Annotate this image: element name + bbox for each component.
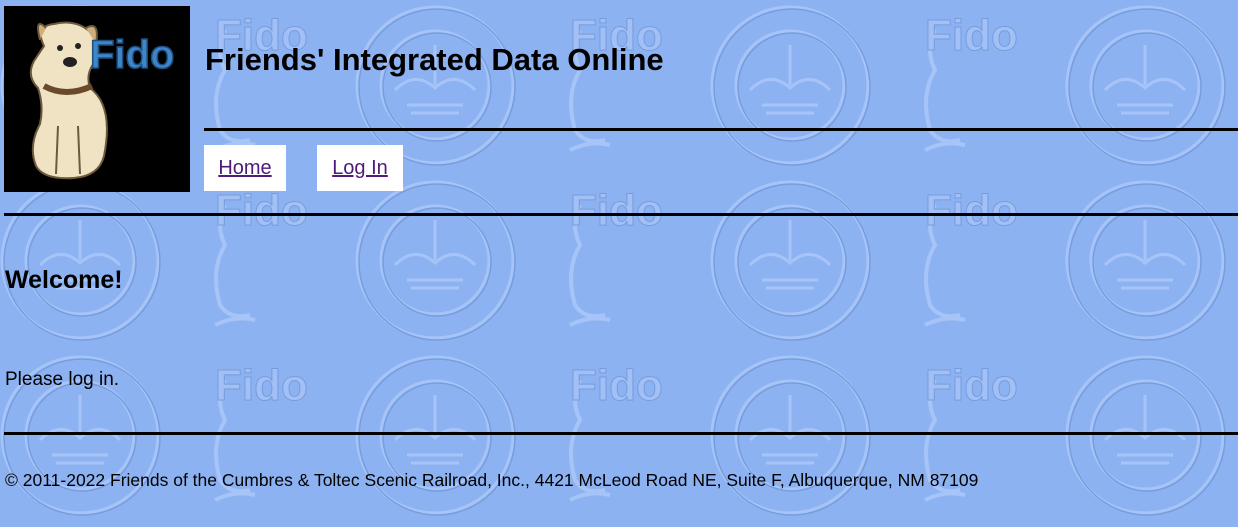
login-link[interactable]: Log In <box>332 157 388 180</box>
home-link[interactable]: Home <box>218 157 271 180</box>
nav-item-home: Home <box>204 145 286 191</box>
logo-wordmark: Fido <box>90 33 174 77</box>
header-divider <box>204 128 1238 131</box>
footer-divider <box>4 432 1238 435</box>
login-prompt-text: Please log in. <box>5 369 120 390</box>
welcome-heading: Welcome! <box>5 266 123 294</box>
nav-divider <box>4 213 1238 216</box>
site-logo: Fido <box>4 6 190 192</box>
footer-copyright: © 2011-2022 Friends of the Cumbres & Tol… <box>5 470 979 490</box>
dog-logo-icon: Fido <box>29 21 175 180</box>
nav-item-login: Log In <box>317 145 403 191</box>
page-title: Friends' Integrated Data Online <box>205 42 664 77</box>
